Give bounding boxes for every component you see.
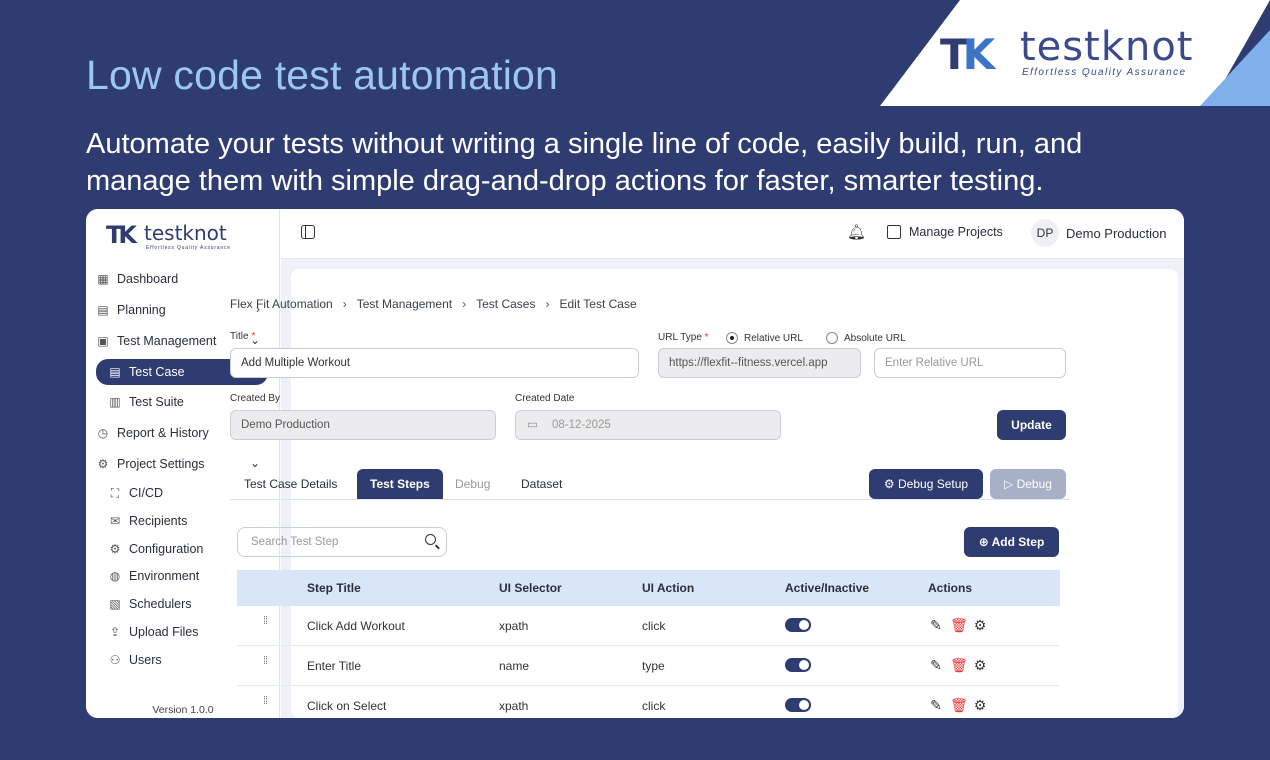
tab-dataset[interactable]: Dataset bbox=[508, 469, 575, 500]
title-input[interactable]: Add Multiple Workout bbox=[230, 348, 639, 378]
tab-test-case-details[interactable]: Test Case Details bbox=[231, 469, 350, 500]
search-icon bbox=[425, 534, 436, 545]
breadcrumb-item[interactable]: Flex Fit Automation bbox=[230, 297, 333, 311]
base-url-field: https://flexfit--fitness.vercel.app bbox=[658, 348, 861, 378]
settings-icon[interactable]: ⚙ bbox=[972, 697, 988, 713]
edit-icon[interactable]: ✎ bbox=[928, 657, 944, 673]
relative-url-input[interactable]: Enter Relative URL bbox=[874, 348, 1066, 378]
drag-handle-icon[interactable]: ⁞⁞ bbox=[263, 656, 268, 667]
row-actions: ✎ 🗑︎ ⚙ bbox=[928, 617, 988, 633]
brand-banner: TK testknot Effortless Quality Assurance bbox=[880, 0, 1270, 106]
title-label: Title * bbox=[230, 331, 256, 342]
tabs-divider bbox=[230, 499, 1070, 500]
play-icon: ▷ bbox=[1004, 477, 1014, 491]
breadcrumb-current: Edit Test Case bbox=[559, 297, 637, 311]
breadcrumb-item[interactable]: Test Cases bbox=[476, 297, 535, 311]
debug-button[interactable]: ▷ Debug bbox=[990, 469, 1066, 499]
chevron-right-icon: › bbox=[545, 297, 550, 311]
edit-icon[interactable]: ✎ bbox=[928, 697, 944, 713]
active-toggle[interactable] bbox=[785, 698, 811, 712]
created-date-label: Created Date bbox=[515, 393, 575, 404]
tab-test-steps[interactable]: Test Steps bbox=[357, 469, 443, 500]
search-test-step-input[interactable]: Search Test Step bbox=[237, 527, 447, 557]
radio-relative-url[interactable]: Relative URL bbox=[726, 332, 803, 344]
ui-action: type bbox=[642, 659, 665, 673]
gear-icon: ⚙ bbox=[883, 477, 895, 491]
hero-title: Low code test automation bbox=[86, 52, 559, 98]
row-actions: ✎ 🗑︎ ⚙ bbox=[928, 697, 988, 713]
chevron-right-icon: › bbox=[462, 297, 467, 311]
column-header: Step Title bbox=[307, 581, 361, 595]
active-toggle[interactable] bbox=[785, 658, 811, 672]
hero-subtitle: Automate your tests without writing a si… bbox=[86, 128, 1083, 197]
update-button[interactable]: Update bbox=[997, 410, 1066, 440]
brand-logo-icon: TK bbox=[940, 30, 995, 79]
breadcrumb: Flex Fit Automation › Test Management › … bbox=[230, 297, 637, 311]
active-toggle[interactable] bbox=[785, 618, 811, 632]
created-by-label: Created By bbox=[230, 393, 281, 404]
table-row: ⁞⁞ Click Add Workout xpath click ✎ 🗑︎ ⚙ bbox=[237, 606, 1060, 646]
chevron-right-icon: › bbox=[342, 297, 347, 311]
drag-handle-icon[interactable]: ⁞⁞ bbox=[263, 696, 268, 707]
url-type-label: URL Type * bbox=[658, 332, 709, 343]
created-date-field: ▭ 08-12-2025 bbox=[515, 410, 781, 440]
settings-icon[interactable]: ⚙ bbox=[972, 657, 988, 673]
column-header: UI Action bbox=[642, 581, 695, 595]
table-header: Step Title UI Selector UI Action Active/… bbox=[237, 570, 1060, 606]
ui-selector: name bbox=[499, 659, 530, 673]
delete-icon[interactable]: 🗑︎ bbox=[950, 657, 968, 673]
calendar-icon: ▭ bbox=[527, 419, 538, 431]
radio-absolute-url[interactable]: Absolute URL bbox=[826, 332, 906, 344]
delete-icon[interactable]: 🗑︎ bbox=[950, 697, 968, 713]
ui-action: click bbox=[642, 699, 666, 713]
settings-icon[interactable]: ⚙ bbox=[972, 617, 988, 633]
edit-icon[interactable]: ✎ bbox=[928, 617, 944, 633]
ui-action: click bbox=[642, 619, 666, 633]
table-row: ⁞⁞ Click on Select xpath click ✎ 🗑︎ ⚙ bbox=[237, 686, 1060, 718]
step-title: Enter Title bbox=[307, 659, 362, 673]
breadcrumb-item[interactable]: Test Management bbox=[357, 297, 452, 311]
add-step-button[interactable]: ⊕ Add Step bbox=[964, 527, 1059, 557]
column-header: Active/Inactive bbox=[785, 581, 870, 595]
radio-selected-icon bbox=[726, 332, 738, 344]
row-actions: ✎ 🗑︎ ⚙ bbox=[928, 657, 988, 673]
radio-unselected-icon bbox=[826, 332, 838, 344]
tab-debug[interactable]: Debug bbox=[442, 469, 503, 500]
brand-tagline: Effortless Quality Assurance bbox=[1022, 67, 1187, 78]
brand-name: testknot bbox=[1020, 24, 1194, 70]
column-header: Actions bbox=[928, 581, 973, 595]
debug-setup-button[interactable]: ⚙ Debug Setup bbox=[869, 469, 983, 499]
step-title: Click Add Workout bbox=[307, 619, 405, 633]
delete-icon[interactable]: 🗑︎ bbox=[950, 617, 968, 633]
table-row: ⁞⁞ Enter Title name type ✎ 🗑︎ ⚙ bbox=[237, 646, 1060, 686]
column-header: UI Selector bbox=[499, 581, 562, 595]
ui-selector: xpath bbox=[499, 619, 529, 633]
step-title: Click on Select bbox=[307, 699, 387, 713]
created-by-field: Demo Production bbox=[230, 410, 496, 440]
drag-handle-icon[interactable]: ⁞⁞ bbox=[263, 616, 268, 627]
plus-circle-icon: ⊕ bbox=[978, 535, 989, 549]
ui-selector: xpath bbox=[499, 699, 529, 713]
